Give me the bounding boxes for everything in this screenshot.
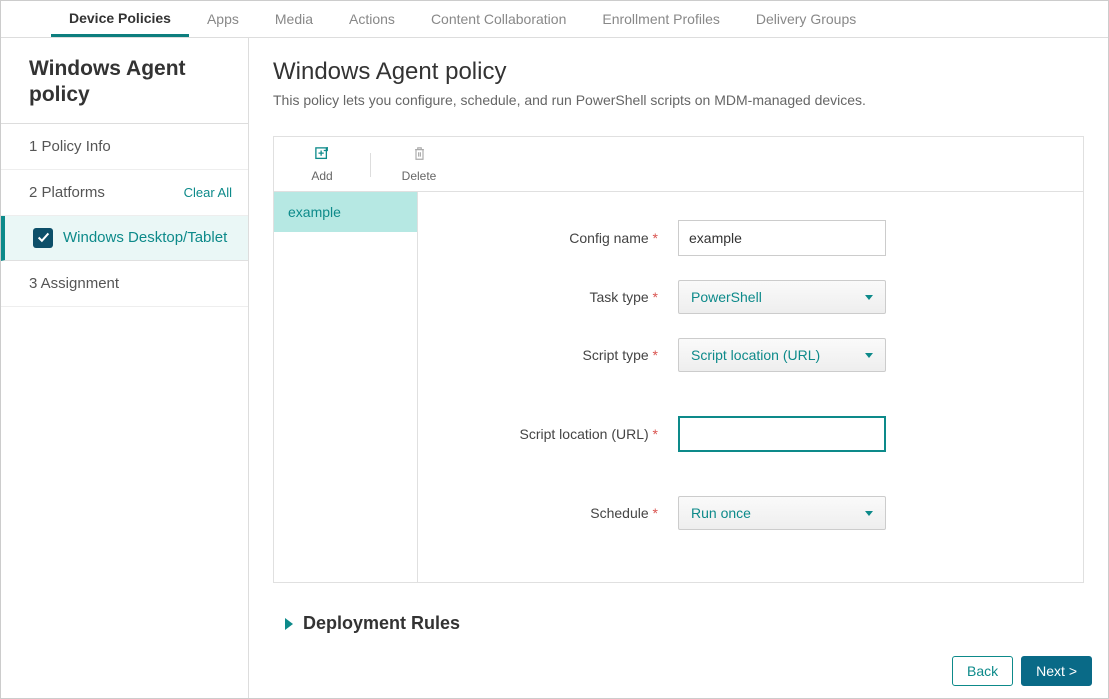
script-location-label: Script location (URL) * bbox=[438, 426, 678, 442]
task-type-value: PowerShell bbox=[691, 289, 762, 305]
chevron-down-icon bbox=[865, 511, 873, 516]
script-location-input[interactable] bbox=[678, 416, 886, 452]
checkbox-checked-icon[interactable] bbox=[33, 228, 53, 248]
sidebar-step-policy-info[interactable]: 1 Policy Info bbox=[1, 124, 248, 170]
deployment-rules-title: Deployment Rules bbox=[303, 613, 460, 634]
tab-delivery-groups[interactable]: Delivery Groups bbox=[738, 1, 874, 37]
schedule-label: Schedule * bbox=[438, 505, 678, 521]
chevron-down-icon bbox=[865, 295, 873, 300]
config-name-label: Config name * bbox=[438, 230, 678, 246]
top-tabs: Device Policies Apps Media Actions Conte… bbox=[1, 1, 1108, 38]
next-button[interactable]: Next > bbox=[1021, 656, 1092, 686]
task-type-select[interactable]: PowerShell bbox=[678, 280, 886, 314]
config-list: example bbox=[274, 192, 418, 582]
tab-content-collaboration[interactable]: Content Collaboration bbox=[413, 1, 584, 37]
trash-icon bbox=[413, 147, 426, 165]
script-type-value: Script location (URL) bbox=[691, 347, 820, 363]
script-type-label: Script type * bbox=[438, 347, 678, 363]
add-button[interactable]: Add bbox=[274, 147, 370, 183]
tab-actions[interactable]: Actions bbox=[331, 1, 413, 37]
schedule-select[interactable]: Run once bbox=[678, 496, 886, 530]
footer-buttons: Back Next > bbox=[952, 656, 1092, 686]
sidebar-platform-label: Windows Desktop/Tablet bbox=[63, 229, 227, 246]
sidebar-platform-windows[interactable]: Windows Desktop/Tablet bbox=[1, 216, 248, 261]
config-name-input[interactable] bbox=[678, 220, 886, 256]
delete-button[interactable]: Delete bbox=[371, 147, 467, 183]
content-area: Windows Agent policy This policy lets yo… bbox=[249, 38, 1108, 698]
tab-device-policies[interactable]: Device Policies bbox=[51, 1, 189, 37]
schedule-value: Run once bbox=[691, 505, 751, 521]
sidebar-step-assignment[interactable]: 3 Assignment bbox=[1, 261, 248, 307]
deployment-rules-section[interactable]: Deployment Rules bbox=[273, 607, 1084, 652]
sidebar: Windows Agent policy 1 Policy Info 2 Pla… bbox=[1, 38, 249, 698]
chevron-down-icon bbox=[865, 353, 873, 358]
clear-all-link[interactable]: Clear All bbox=[184, 185, 232, 200]
config-panel: Add Delete example bbox=[273, 136, 1084, 583]
expand-icon bbox=[285, 618, 293, 630]
add-label: Add bbox=[311, 169, 332, 183]
tab-media[interactable]: Media bbox=[257, 1, 331, 37]
page-title: Windows Agent policy bbox=[273, 58, 1084, 86]
form-area: Config name * Task type * PowerShell bbox=[418, 192, 1083, 582]
sidebar-step-platforms[interactable]: 2 Platforms Clear All bbox=[1, 170, 248, 216]
script-type-select[interactable]: Script location (URL) bbox=[678, 338, 886, 372]
page-description: This policy lets you configure, schedule… bbox=[273, 92, 1084, 108]
delete-label: Delete bbox=[402, 169, 437, 183]
sidebar-title: Windows Agent policy bbox=[1, 38, 248, 124]
sidebar-step-platforms-label: 2 Platforms bbox=[29, 184, 105, 201]
back-button[interactable]: Back bbox=[952, 656, 1013, 686]
tab-enrollment-profiles[interactable]: Enrollment Profiles bbox=[584, 1, 738, 37]
tab-apps[interactable]: Apps bbox=[189, 1, 257, 37]
task-type-label: Task type * bbox=[438, 289, 678, 305]
add-icon bbox=[315, 147, 329, 165]
list-item[interactable]: example bbox=[274, 192, 417, 232]
panel-toolbar: Add Delete bbox=[274, 137, 1083, 191]
